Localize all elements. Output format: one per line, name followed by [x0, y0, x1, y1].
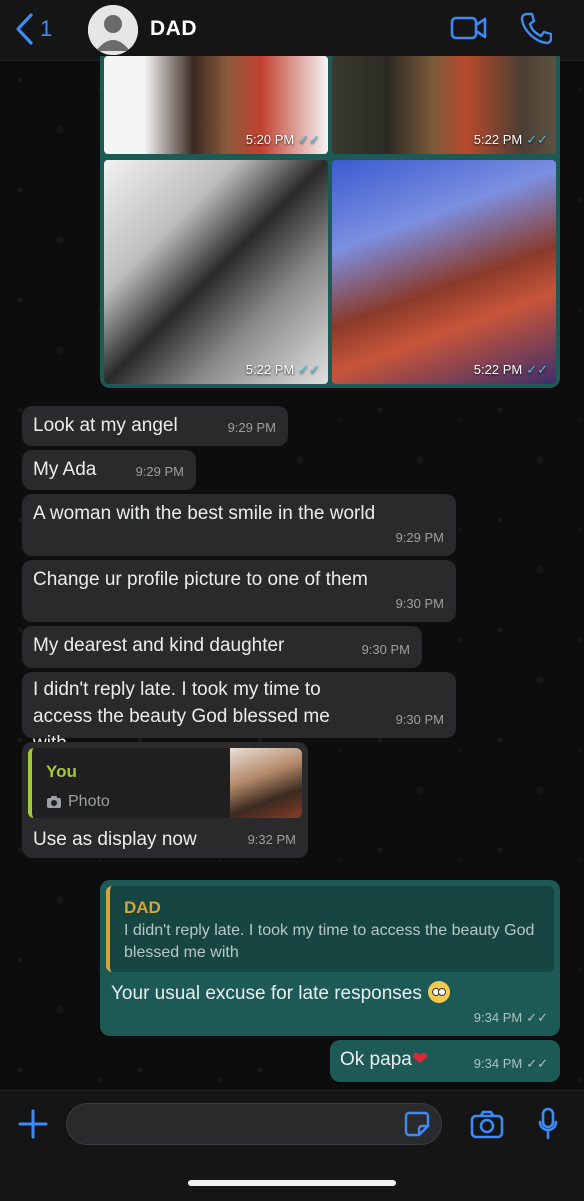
video-call-icon — [450, 16, 487, 40]
message-text: A woman with the best smile in the world — [33, 503, 376, 524]
quoted-message[interactable]: You Photo — [28, 748, 302, 818]
incoming-message[interactable]: A woman with the best smile in the world… — [22, 494, 456, 556]
eye-roll-emoji-icon — [427, 981, 450, 1003]
avatar[interactable] — [88, 5, 138, 55]
camera-icon — [470, 1110, 504, 1139]
message-text: Ok papa❤ — [340, 1049, 428, 1070]
quoted-text: I didn't reply late. I took my time to a… — [124, 922, 535, 961]
outgoing-reply-message[interactable]: DAD I didn't reply late. I took my time … — [100, 880, 560, 1036]
message-text: Use as display now — [33, 829, 197, 850]
message-text: Change ur profile picture to one of them — [33, 569, 368, 590]
quoted-sender: DAD — [124, 898, 161, 917]
incoming-message[interactable]: My dearest and kind daughter 9:30 PM — [22, 626, 422, 668]
photo-thumbnail[interactable]: 5:22 PM ✓✓ — [332, 160, 556, 384]
message-time: 9:29 PM — [395, 530, 444, 545]
read-ticks-icon: ✓✓ — [526, 1056, 548, 1071]
read-ticks-icon: ✓✓ — [526, 1010, 548, 1025]
unread-count: 1 — [40, 16, 53, 41]
incoming-reply-message[interactable]: You Photo Use as display now 9:32 PM — [22, 742, 308, 858]
photo-timestamp: 5:22 PM ✓✓ — [245, 362, 320, 377]
incoming-message[interactable]: Change ur profile picture to one of them… — [22, 560, 456, 622]
outgoing-message[interactable]: Ok papa❤ 9:34 PM ✓✓ — [330, 1040, 560, 1082]
message-time: 9:34 PM ✓✓ — [473, 1010, 548, 1025]
photo-thumbnail[interactable]: 5:22 PM ✓✓ — [332, 56, 556, 154]
voice-call-icon — [520, 12, 553, 45]
photo-timestamp: 5:22 PM ✓✓ — [473, 362, 548, 377]
home-indicator[interactable] — [188, 1180, 396, 1186]
incoming-message[interactable]: I didn't reply late. I took my time to a… — [22, 672, 456, 754]
incoming-message[interactable]: My Ada 9:29 PM — [22, 450, 196, 490]
quoted-sender: You — [46, 762, 77, 781]
message-time: 9:32 PM — [247, 832, 296, 847]
contact-name[interactable]: DAD — [150, 17, 197, 41]
back-button[interactable]: 1 — [14, 12, 52, 46]
attach-button[interactable] — [18, 1109, 48, 1144]
quoted-photo-thumbnail — [230, 748, 302, 818]
message-time: 9:29 PM — [227, 420, 276, 435]
message-time: 9:30 PM — [395, 712, 444, 727]
read-ticks-icon: ✓✓ — [298, 132, 320, 147]
message-text: Your usual excuse for late responses — [111, 980, 450, 1007]
incoming-message[interactable]: Look at my angel 9:29 PM — [22, 406, 288, 446]
message-time: 9:34 PM ✓✓ — [473, 1056, 548, 1071]
read-ticks-icon: ✓✓ — [526, 132, 548, 147]
message-input[interactable] — [66, 1103, 442, 1145]
quoted-type: Photo — [46, 788, 110, 815]
microphone-button[interactable] — [538, 1107, 558, 1146]
photo-timestamp: 5:20 PM ✓✓ — [245, 132, 320, 147]
camera-button[interactable] — [470, 1109, 504, 1144]
voice-call-button[interactable] — [520, 11, 553, 50]
camera-small-icon — [47, 795, 61, 808]
message-time: 9:29 PM — [135, 464, 184, 479]
video-call-button[interactable] — [450, 13, 488, 48]
read-ticks-icon: ✓✓ — [298, 362, 320, 377]
heart-emoji-icon: ❤ — [411, 1049, 428, 1070]
quoted-message[interactable]: DAD I didn't reply late. I took my time … — [106, 886, 554, 972]
message-time: 9:30 PM — [361, 642, 410, 657]
photo-thumbnail[interactable]: 5:22 PM ✓✓ — [104, 160, 328, 384]
back-chevron-icon — [16, 13, 33, 45]
plus-icon — [18, 1109, 48, 1139]
message-time: 9:30 PM — [395, 596, 444, 611]
sticker-button[interactable] — [404, 1111, 430, 1142]
avatar-placeholder-icon — [88, 5, 138, 55]
chat-header: 1 DAD — [0, 0, 584, 61]
photo-album[interactable]: 5:20 PM ✓✓ 5:22 PM ✓✓ 5:22 PM ✓✓ 5:22 PM ✓✓ — [100, 56, 560, 388]
photo-timestamp: 5:22 PM ✓✓ — [473, 132, 548, 147]
sticker-icon — [404, 1111, 430, 1137]
photo-thumbnail[interactable]: 5:20 PM ✓✓ — [104, 56, 328, 154]
read-ticks-icon: ✓✓ — [526, 362, 548, 377]
microphone-icon — [538, 1107, 558, 1140]
